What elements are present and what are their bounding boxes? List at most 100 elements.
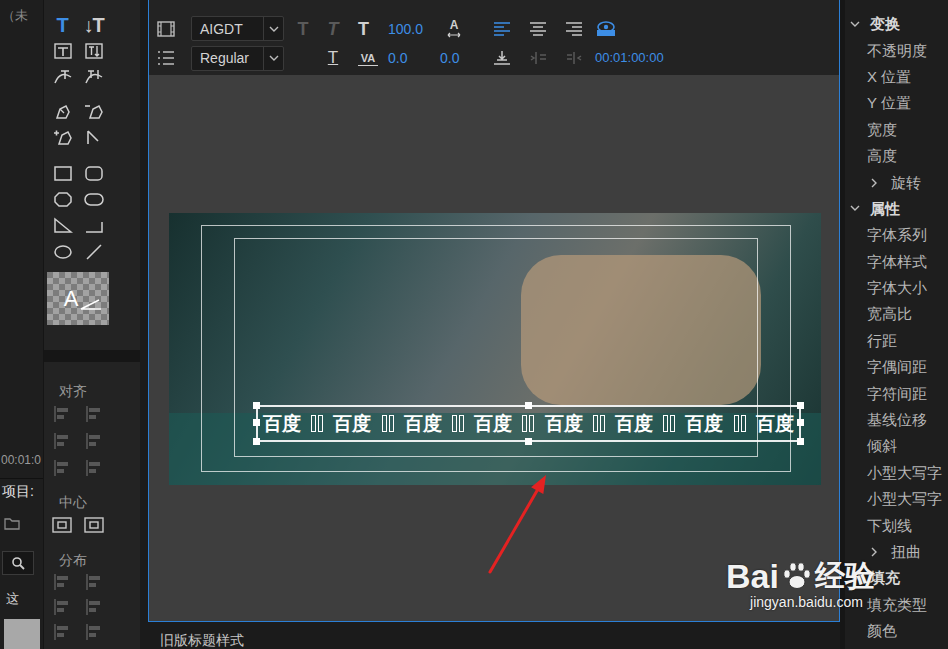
- paragraph-tool-icon[interactable]: [489, 49, 515, 67]
- resize-handle[interactable]: [525, 402, 532, 409]
- align-icon[interactable]: [84, 459, 104, 477]
- property-row[interactable]: 小型大写字: [845, 486, 948, 512]
- align-icon[interactable]: [84, 432, 104, 450]
- align-icon[interactable]: [52, 432, 72, 450]
- wedge-tool[interactable]: [47, 212, 78, 238]
- timecode[interactable]: 00:01:00:00: [595, 48, 664, 68]
- resize-handle[interactable]: [797, 402, 804, 409]
- align-left-icon[interactable]: [489, 20, 515, 38]
- distribute-icon[interactable]: [84, 623, 104, 641]
- property-group[interactable]: 旋转: [845, 169, 948, 195]
- property-row[interactable]: 下划线: [845, 512, 948, 538]
- convert-anchor-tool[interactable]: [78, 124, 109, 150]
- style-preview[interactable]: A: [47, 272, 109, 325]
- area-type-tool[interactable]: [47, 38, 78, 64]
- align-icon[interactable]: [52, 405, 72, 423]
- project-tab[interactable]: 项目:: [0, 479, 43, 503]
- paragraph-tool-icon[interactable]: [525, 49, 551, 67]
- property-row[interactable]: 小型大写字: [845, 460, 948, 486]
- ellipse-tool[interactable]: [47, 238, 78, 264]
- center-icon[interactable]: [84, 516, 104, 534]
- paragraph-tool-icon[interactable]: [561, 49, 587, 67]
- property-row[interactable]: 字符间距: [845, 380, 948, 406]
- property-row[interactable]: 宽高比: [845, 301, 948, 327]
- underline-button[interactable]: T: [322, 48, 344, 68]
- align-icon[interactable]: [52, 459, 72, 477]
- arc-tool[interactable]: [78, 212, 109, 238]
- vertical-path-type-tool[interactable]: [78, 64, 109, 90]
- section-header[interactable]: 变换: [845, 11, 948, 37]
- property-row[interactable]: 基线位移: [845, 407, 948, 433]
- missing-glyph-box: [452, 415, 457, 432]
- search-field[interactable]: [2, 551, 34, 575]
- kerning-icon: VA: [358, 51, 378, 66]
- missing-glyph-box: [593, 415, 598, 432]
- legacy-title-styles-tab[interactable]: 旧版标题样式: [160, 632, 244, 648]
- pill-icon: [84, 190, 104, 209]
- panel-title: （未: [0, 0, 43, 28]
- property-row[interactable]: Y 位置: [845, 90, 948, 116]
- font-size-value[interactable]: 100.0: [388, 19, 434, 39]
- kerning-value[interactable]: 0.0: [388, 48, 434, 68]
- property-row[interactable]: 倾斜: [845, 433, 948, 459]
- resize-handle[interactable]: [253, 419, 260, 426]
- path-type-tool[interactable]: [47, 64, 78, 90]
- property-row[interactable]: 不透明度: [845, 37, 948, 63]
- resize-handle[interactable]: [253, 402, 260, 409]
- distribute-icon[interactable]: [52, 623, 72, 641]
- property-row[interactable]: 颜色: [845, 618, 948, 644]
- bold-button[interactable]: T: [292, 18, 314, 40]
- list-icon[interactable]: [153, 50, 179, 66]
- folder-icon[interactable]: [4, 516, 20, 530]
- vertical-type-tool[interactable]: ↓T: [78, 12, 109, 38]
- rectangle-tool[interactable]: [47, 160, 78, 186]
- italic-button[interactable]: T: [322, 18, 344, 40]
- resize-handle[interactable]: [253, 438, 260, 445]
- distribute-icon[interactable]: [84, 573, 104, 591]
- property-row[interactable]: 字偶间距: [845, 354, 948, 380]
- align-right-icon[interactable]: [561, 20, 587, 38]
- center-icon[interactable]: [52, 516, 72, 534]
- property-row[interactable]: 宽度: [845, 117, 948, 143]
- title-segment: 百度: [263, 413, 301, 435]
- resize-handle[interactable]: [797, 438, 804, 445]
- resize-handle[interactable]: [525, 438, 532, 445]
- pen-tool[interactable]: [47, 98, 78, 124]
- line-tool[interactable]: [78, 238, 109, 264]
- visibility-eye-icon[interactable]: [595, 20, 617, 38]
- chevron-right-icon: [869, 547, 879, 557]
- property-row[interactable]: X 位置: [845, 64, 948, 90]
- title-text-box[interactable]: 百度百度百度百度百度百度百度百度: [256, 405, 801, 442]
- clipped-rectangle-tool[interactable]: [47, 186, 78, 212]
- property-group[interactable]: 扭曲: [845, 539, 948, 565]
- align-center-icon[interactable]: [525, 20, 551, 38]
- font-style-dropdown[interactable]: Regular: [191, 46, 284, 71]
- title-icon[interactable]: [153, 21, 179, 37]
- project-item-thumbnail[interactable]: [4, 619, 40, 649]
- property-row[interactable]: 高度: [845, 143, 948, 169]
- section-header[interactable]: 属性: [845, 196, 948, 222]
- property-row[interactable]: 字体样式: [845, 249, 948, 275]
- property-row[interactable]: 字体大小: [845, 275, 948, 301]
- align-group-label: 中心: [44, 493, 140, 511]
- property-row[interactable]: 行距: [845, 328, 948, 354]
- tools-panel: T↓TA对齐中心分布: [43, 0, 140, 649]
- vertical-area-type-tool[interactable]: [78, 38, 109, 64]
- delete-anchor-tool[interactable]: [78, 98, 109, 124]
- align-icon[interactable]: [84, 405, 104, 423]
- rounded-rectangle-tool[interactable]: [78, 160, 109, 186]
- pill-tool[interactable]: [78, 186, 109, 212]
- section-header[interactable]: 填充: [845, 565, 948, 591]
- type-tool[interactable]: T: [47, 12, 78, 38]
- font-family-dropdown[interactable]: AIGDT: [191, 16, 284, 41]
- distribute-icon[interactable]: [52, 573, 72, 591]
- distribute-icon[interactable]: [84, 598, 104, 616]
- resize-handle[interactable]: [797, 419, 804, 426]
- distribute-icon[interactable]: [52, 598, 72, 616]
- property-row[interactable]: 字体系列: [845, 222, 948, 248]
- property-label: Y 位置: [867, 93, 911, 113]
- leading-value[interactable]: 0.0: [440, 48, 470, 68]
- property-row[interactable]: 填充类型: [845, 592, 948, 618]
- property-label: 填充类型: [867, 595, 927, 615]
- add-anchor-tool[interactable]: [47, 124, 78, 150]
